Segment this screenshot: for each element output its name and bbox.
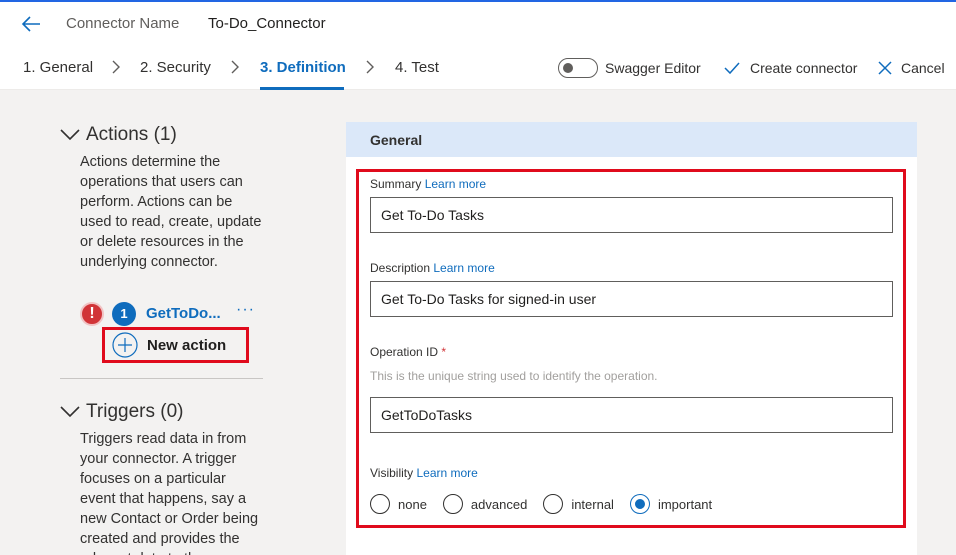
chevron-right-icon (366, 60, 374, 74)
chevron-down-icon (60, 129, 80, 141)
left-pane: Actions (1) Actions determine the operat… (60, 90, 270, 555)
step-bar: 1. General 2. Security 3. Definition 4. … (0, 46, 956, 90)
action-item-gettodo[interactable]: GetToDo... (146, 305, 221, 322)
summary-label-text: Summary (370, 177, 422, 191)
new-action-button[interactable]: New action (102, 327, 249, 363)
radio-label: important (657, 496, 713, 512)
tab-test[interactable]: 4. Test (395, 59, 439, 76)
chevron-down-icon (60, 406, 80, 418)
connector-name-label: Connector Name (66, 15, 180, 32)
visibility-radio-important[interactable]: important (629, 494, 713, 514)
operation-id-label-text: Operation ID (370, 345, 439, 359)
cancel-button[interactable]: Cancel (901, 60, 945, 76)
actions-heading: Actions (1) (86, 124, 177, 145)
visibility-radio-advanced[interactable]: advanced (442, 494, 528, 514)
tab-security[interactable]: 2. Security (140, 59, 211, 76)
radio-label: advanced (470, 496, 528, 512)
radio-circle (543, 494, 564, 514)
description-learn-more-link[interactable]: Learn more (433, 261, 494, 275)
radio-circle (442, 494, 463, 514)
visibility-learn-more-link[interactable]: Learn more (416, 466, 477, 480)
active-tab-indicator (260, 87, 344, 90)
operation-id-hint: This is the unique string used to identi… (370, 369, 658, 383)
new-action-label: New action (147, 336, 227, 354)
operation-id-input[interactable]: GetToDoTasks (370, 397, 893, 433)
tab-general[interactable]: 1. General (23, 59, 93, 76)
panel-title: General (370, 132, 423, 148)
actions-section-header[interactable]: Actions (1) (60, 124, 177, 146)
required-mark: * (441, 345, 447, 359)
summary-label: Summary Learn more (370, 177, 486, 191)
back-arrow-icon[interactable] (20, 13, 42, 35)
close-icon[interactable] (877, 60, 893, 76)
create-connector-button[interactable]: Create connector (750, 60, 857, 76)
action-number-badge: 1 (112, 302, 136, 326)
error-icon: ! (80, 302, 104, 326)
radio-label: none (398, 496, 427, 512)
section-divider (60, 378, 263, 379)
visibility-radio-internal[interactable]: internal (543, 494, 614, 514)
top-bar: Connector Name To-Do_Connector (0, 0, 956, 46)
radio-label: internal (571, 496, 614, 512)
visibility-label: Visibility Learn more (370, 466, 478, 480)
summary-learn-more-link[interactable]: Learn more (425, 177, 486, 191)
actions-description: Actions determine the operations that us… (80, 154, 262, 270)
panel-header: General (346, 122, 917, 157)
swagger-editor-label[interactable]: Swagger Editor (605, 60, 701, 76)
visibility-radio-none[interactable]: none (370, 494, 427, 514)
triggers-heading: Triggers (0) (86, 401, 184, 422)
chevron-right-icon (112, 60, 120, 74)
chevron-right-icon (231, 60, 239, 74)
connector-name-value[interactable]: To-Do_Connector (208, 15, 326, 32)
summary-input[interactable]: Get To-Do Tasks (370, 197, 893, 233)
operation-id-label: Operation ID * (370, 345, 446, 359)
description-input[interactable]: Get To-Do Tasks for signed-in user (370, 281, 893, 317)
more-icon[interactable]: ··· (236, 301, 255, 319)
radio-circle (370, 494, 390, 514)
triggers-description: Triggers read data in from your connecto… (80, 431, 259, 555)
tab-definition[interactable]: 3. Definition (260, 59, 346, 76)
swagger-editor-toggle[interactable] (558, 58, 598, 78)
general-panel: General Summary Learn more Get To-Do Tas… (346, 122, 917, 555)
checkmark-icon[interactable] (724, 60, 740, 76)
plus-circle-icon (112, 332, 138, 358)
description-label: Description Learn more (370, 261, 495, 275)
visibility-radio-group: none advanced internal important (370, 494, 728, 514)
radio-circle (629, 494, 650, 514)
triggers-section-header[interactable]: Triggers (0) (60, 401, 183, 423)
visibility-label-text: Visibility (370, 466, 414, 480)
toggle-knob (563, 63, 573, 73)
description-label-text: Description (370, 261, 431, 275)
